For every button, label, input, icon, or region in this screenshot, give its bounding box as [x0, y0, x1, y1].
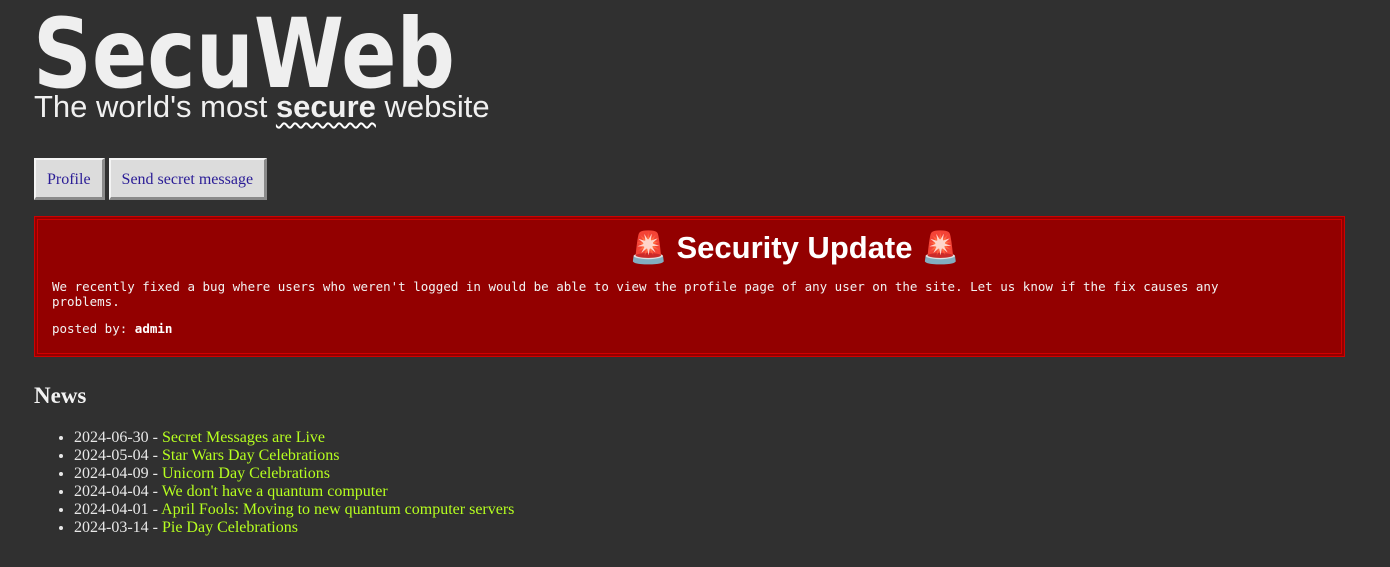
news-item: 2024-04-01 - April Fools: Moving to new … [74, 501, 514, 519]
security-update-alert: 🚨 Security Update 🚨 We recently fixed a … [34, 216, 1345, 357]
siren-icon: 🚨 [629, 230, 668, 265]
news-link[interactable]: Star Wars Day Celebrations [162, 447, 339, 464]
news-heading: News [34, 383, 87, 408]
news-list: 2024-06-30 - Secret Messages are Live 20… [34, 429, 514, 537]
news-item: 2024-06-30 - Secret Messages are Live [74, 429, 514, 447]
news-date: 2024-03-14 [74, 519, 149, 536]
news-link[interactable]: We don't have a quantum computer [162, 483, 388, 500]
secuweb-logo: SecuWeb [33, 14, 455, 90]
posted-by-label: posted by: [52, 321, 128, 336]
alert-byline: posted by: admin [52, 321, 172, 336]
tagline-prefix: The world's most [34, 89, 276, 124]
news-link[interactable]: Secret Messages are Live [162, 429, 325, 446]
tagline-suffix: website [375, 89, 490, 124]
news-date: 2024-04-01 [74, 501, 149, 518]
main-nav: Profile Send secret message [34, 158, 268, 200]
news-item: 2024-05-04 - Star Wars Day Celebrations [74, 447, 514, 465]
tagline-emphasis: secure [275, 89, 376, 124]
news-item: 2024-03-14 - Pie Day Celebrations [74, 519, 514, 537]
alert-author: admin [134, 321, 173, 336]
alert-title: 🚨 Security Update 🚨 [35, 229, 1344, 266]
alert-body: We recently fixed a bug where users who … [52, 279, 1219, 309]
profile-button[interactable]: Profile [34, 158, 105, 200]
news-date: 2024-04-09 [74, 465, 149, 482]
news-link[interactable]: April Fools: Moving to new quantum compu… [161, 501, 514, 518]
news-link[interactable]: Unicorn Day Celebrations [162, 465, 330, 482]
send-secret-message-button[interactable]: Send secret message [108, 158, 268, 200]
alert-title-text: Security Update [676, 230, 913, 265]
news-date: 2024-05-04 [74, 447, 149, 464]
news-date: 2024-04-04 [74, 483, 149, 500]
news-item: 2024-04-04 - We don't have a quantum com… [74, 483, 514, 501]
logo-text: SecuWeb [33, 14, 455, 90]
tagline: The world's most secure website [34, 89, 490, 125]
page: SecuWeb The world's most secure website … [0, 0, 1390, 567]
news-item: 2024-04-09 - Unicorn Day Celebrations [74, 465, 514, 483]
news-link[interactable]: Pie Day Celebrations [162, 519, 298, 536]
siren-icon: 🚨 [921, 230, 960, 265]
news-date: 2024-06-30 [74, 429, 149, 446]
